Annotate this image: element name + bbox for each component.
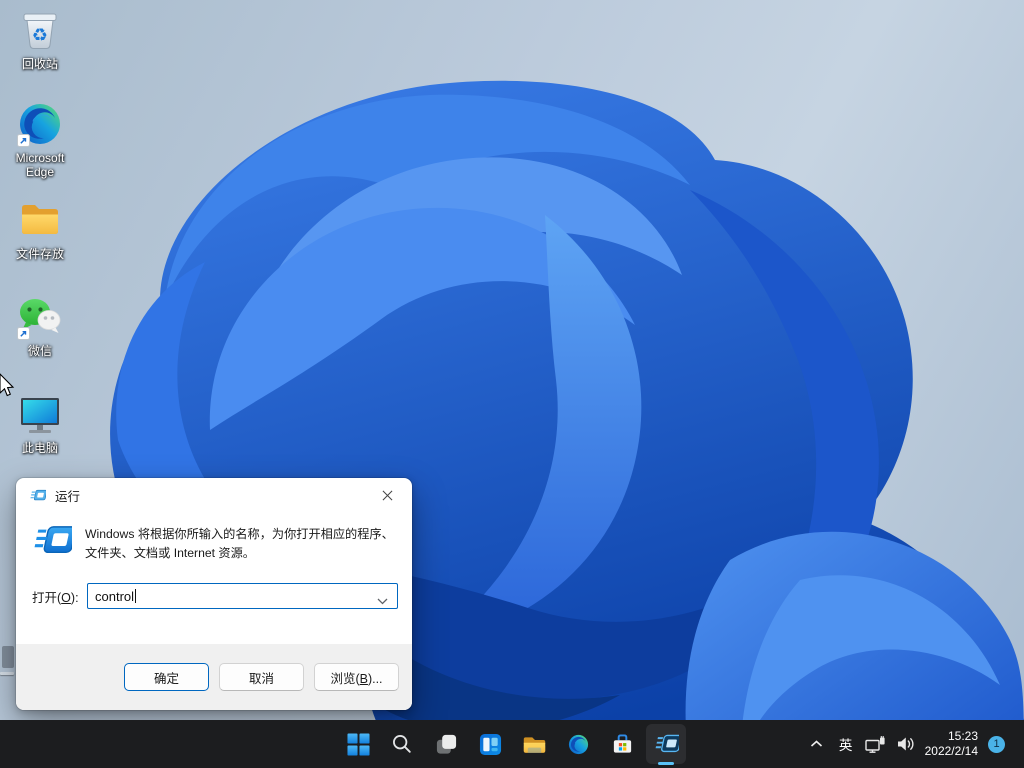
- run-dialog-title-icon: [30, 489, 46, 502]
- run-dialog-title: 运行: [55, 486, 80, 505]
- task-view-icon: [435, 733, 458, 756]
- network-ethernet-icon: [865, 736, 886, 753]
- tray-date: 2022/2/14: [925, 744, 978, 759]
- run-dialog-description-line2: 文件夹、文档或 Internet 资源。: [85, 543, 394, 562]
- close-icon[interactable]: [372, 483, 402, 507]
- folder-icon: [16, 196, 64, 244]
- recycle-bin-icon: ♻: [16, 6, 64, 54]
- active-app-indicator: [658, 762, 674, 765]
- mouse-cursor: [0, 373, 15, 399]
- tray-time: 15:23: [925, 729, 978, 744]
- widgets-button[interactable]: [468, 720, 512, 768]
- run-app-icon: [654, 734, 679, 754]
- this-pc-icon: [16, 390, 64, 438]
- chevron-up-icon: [810, 740, 823, 748]
- desktop-icon-wechat[interactable]: 微信: [8, 293, 72, 358]
- desktop-icon-label: 文件存放: [16, 247, 64, 261]
- cancel-button[interactable]: 取消: [219, 663, 304, 691]
- edge-icon: [567, 733, 590, 756]
- windows-logo-icon: [347, 733, 370, 756]
- desktop-icon-label: 此电脑: [22, 441, 58, 455]
- svg-text:♻: ♻: [32, 25, 48, 45]
- run-dialog-titlebar[interactable]: 运行: [16, 478, 412, 512]
- hidden-icons-chevron[interactable]: [803, 720, 831, 768]
- run-command-value: control: [95, 589, 134, 604]
- network-button[interactable]: [861, 720, 891, 768]
- file-explorer-button[interactable]: [512, 720, 556, 768]
- desktop-icon-recycle-bin[interactable]: ♻ 回收站: [8, 6, 72, 71]
- chevron-down-icon[interactable]: [377, 592, 388, 610]
- desktop: ♻ 回收站 Microsoft Edge: [0, 0, 1024, 768]
- file-explorer-icon: [522, 733, 547, 756]
- run-command-input[interactable]: control: [87, 583, 398, 609]
- run-dialog: 运行 Windows: [16, 478, 412, 710]
- desktop-icon-this-pc[interactable]: 此电脑: [8, 390, 72, 455]
- run-dialog-footer: 确定 取消 浏览(B)...: [16, 644, 412, 710]
- open-label: 打开(O):: [32, 587, 87, 606]
- search-button[interactable]: [380, 720, 424, 768]
- run-icon: [32, 524, 72, 557]
- task-view-button[interactable]: [424, 720, 468, 768]
- clock[interactable]: 15:23 2022/2/14: [925, 720, 978, 768]
- taskbar: 英 15:23: [0, 720, 1024, 768]
- run-dialog-description-line1: Windows 将根据你所输入的名称，为你打开相应的程序、: [85, 524, 394, 543]
- shortcut-arrow-icon: [17, 327, 30, 340]
- desktop-icon-label: Microsoft Edge: [8, 151, 72, 179]
- search-icon: [391, 733, 413, 755]
- volume-button[interactable]: [891, 720, 921, 768]
- desktop-icon-file-storage[interactable]: 文件存放: [8, 196, 72, 261]
- start-button[interactable]: [336, 720, 380, 768]
- desktop-icon-microsoft-edge[interactable]: Microsoft Edge: [8, 100, 72, 179]
- microsoft-store-button[interactable]: [600, 720, 644, 768]
- ok-button[interactable]: 确定: [124, 663, 209, 691]
- widgets-icon: [479, 733, 502, 756]
- text-caret: [135, 589, 136, 603]
- ime-language-indicator[interactable]: 英: [831, 720, 861, 768]
- run-app-taskbar-button[interactable]: [644, 720, 688, 768]
- desktop-icon-label: 回收站: [22, 57, 58, 71]
- microsoft-store-icon: [611, 733, 634, 756]
- browse-button[interactable]: 浏览(B)...: [314, 663, 399, 691]
- notification-badge[interactable]: 1: [988, 736, 1005, 753]
- speaker-icon: [897, 736, 915, 752]
- desktop-icon-label: 微信: [28, 344, 52, 358]
- edge-button[interactable]: [556, 720, 600, 768]
- shortcut-arrow-icon: [17, 134, 30, 147]
- partially-hidden-desktop-icon: [0, 646, 15, 680]
